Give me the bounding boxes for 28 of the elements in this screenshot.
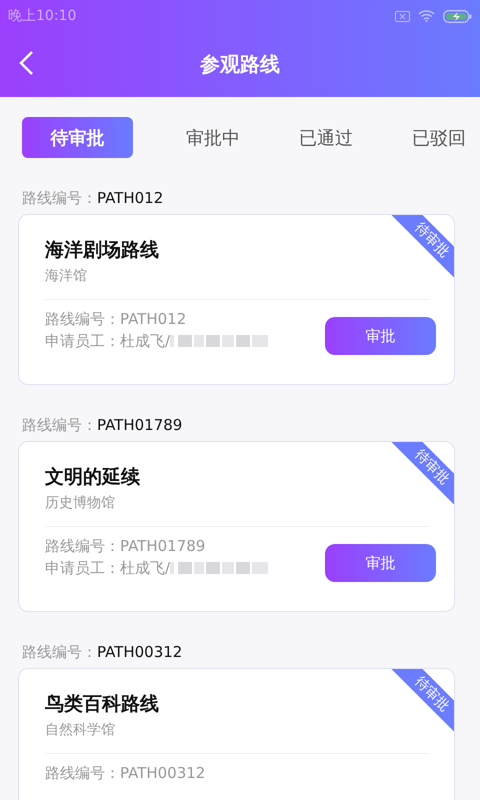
venue-name: 海洋馆: [45, 267, 88, 285]
route-title: 文明的延续: [45, 465, 140, 490]
route-code-label: 路线编号：PATH01789: [21, 415, 184, 435]
status-tab[interactable]: 审批中: [180, 117, 246, 158]
route-code: 路线编号：PATH012: [45, 309, 188, 330]
route-card[interactable]: 鸟类百科路线 自然科学馆 路线编号：PATH00312 待审批: [18, 668, 455, 800]
route-code-label: 路线编号：PATH012: [21, 188, 164, 208]
route-card[interactable]: 海洋剧场路线 海洋馆 路线编号：PATH012 申请员工：杜成飞/ 审批 待审批: [18, 214, 455, 385]
route-code-label: 路线编号：PATH00312: [21, 642, 184, 662]
applicant-name: 申请员工：杜成飞/: [45, 331, 170, 352]
status-tab[interactable]: 待审批: [22, 117, 133, 158]
no-sim-icon: [395, 10, 410, 22]
status-tab[interactable]: 已通过: [293, 117, 359, 158]
status-time: 晚上10:10: [8, 7, 76, 25]
route-card[interactable]: 文明的延续 历史博物馆 路线编号：PATH01789 申请员工：杜成飞/ 审批 待审批: [18, 441, 455, 612]
approve-button[interactable]: 审批: [325, 544, 436, 582]
wifi-icon: [418, 10, 435, 22]
approve-button[interactable]: 审批: [325, 317, 436, 355]
route-code: 路线编号：PATH01789: [45, 536, 206, 557]
venue-name: 自然科学馆: [45, 721, 116, 739]
route-code: 路线编号：PATH00312: [45, 763, 206, 784]
venue-name: 历史博物馆: [45, 494, 116, 512]
applicant-name: 申请员工：杜成飞/: [45, 558, 170, 579]
battery-charging-icon: [443, 10, 472, 22]
page-title: 参观路线: [200, 51, 280, 78]
route-title: 海洋剧场路线: [45, 238, 159, 263]
route-title: 鸟类百科路线: [45, 692, 159, 717]
status-tab[interactable]: 已驳回: [406, 117, 472, 158]
